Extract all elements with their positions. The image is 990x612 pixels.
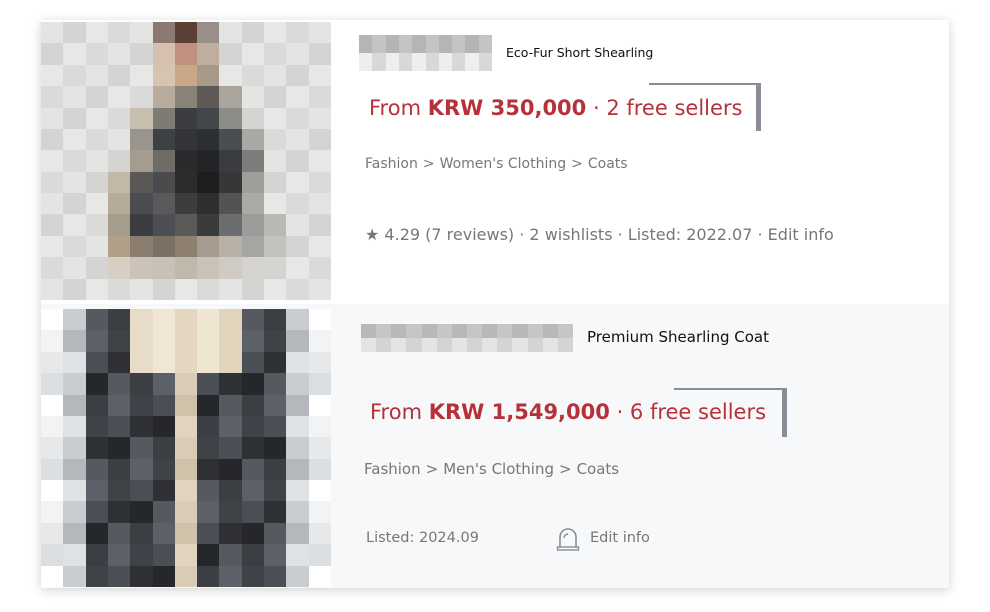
seller-count: · 2 free sellers — [592, 96, 743, 120]
price-value: KRW 1,549,000 — [428, 400, 610, 424]
breadcrumb-separator: > — [422, 156, 435, 172]
breadcrumb-separator: > — [559, 460, 572, 478]
wishlist-count: · 2 wishlists — [519, 225, 613, 244]
seller-count: · 6 free sellers — [616, 400, 767, 424]
product-title[interactable]: Eco-Fur Short Shearling — [506, 45, 653, 60]
rating: ★ 4.29 — [365, 225, 421, 244]
edit-info-link[interactable]: Edit info — [590, 530, 650, 546]
breadcrumb-item[interactable]: Fashion — [365, 156, 418, 172]
product-row[interactable]: Premium Shearling Coat From KRW 1,549,00… — [41, 304, 949, 588]
product-image[interactable] — [41, 22, 331, 300]
price-prefix: From — [370, 400, 423, 424]
review-count[interactable]: (7 reviews) — [425, 225, 514, 244]
price-line[interactable]: From KRW 1,549,000 · 6 free sellers — [370, 400, 766, 424]
edit-info-link[interactable]: · Edit info — [758, 225, 834, 244]
price-prefix: From — [369, 96, 422, 120]
brand-name-blurred — [359, 35, 492, 71]
product-image[interactable] — [41, 309, 331, 587]
breadcrumb-item[interactable]: Fashion — [364, 460, 421, 478]
breadcrumb-item[interactable]: Women's Clothing — [440, 156, 567, 172]
breadcrumb-separator: > — [425, 460, 439, 478]
listed-date: · Listed: 2022.07 — [617, 225, 753, 244]
breadcrumb-item[interactable]: Coats — [588, 156, 628, 172]
breadcrumb: Fashion > Women's Clothing > Coats — [365, 156, 628, 172]
breadcrumb-item[interactable]: Men's Clothing — [443, 460, 554, 478]
product-row[interactable]: Eco-Fur Short Shearling From KRW 350,000… — [41, 20, 949, 304]
listed-date: Listed: 2024.09 — [366, 530, 479, 546]
brand-name-blurred — [361, 324, 573, 352]
breadcrumb: Fashion > Men's Clothing > Coats — [364, 460, 619, 478]
breadcrumb-item[interactable]: Coats — [577, 460, 620, 478]
price-line[interactable]: From KRW 350,000 · 2 free sellers — [369, 96, 742, 120]
alert-siren-icon[interactable] — [556, 525, 580, 551]
product-list: Eco-Fur Short Shearling From KRW 350,000… — [41, 20, 949, 588]
product-title[interactable]: Premium Shearling Coat — [587, 328, 769, 346]
price-value: KRW 350,000 — [427, 96, 587, 120]
product-meta: ★ 4.29 (7 reviews) · 2 wishlists · Liste… — [365, 225, 834, 244]
breadcrumb-separator: > — [571, 156, 583, 172]
